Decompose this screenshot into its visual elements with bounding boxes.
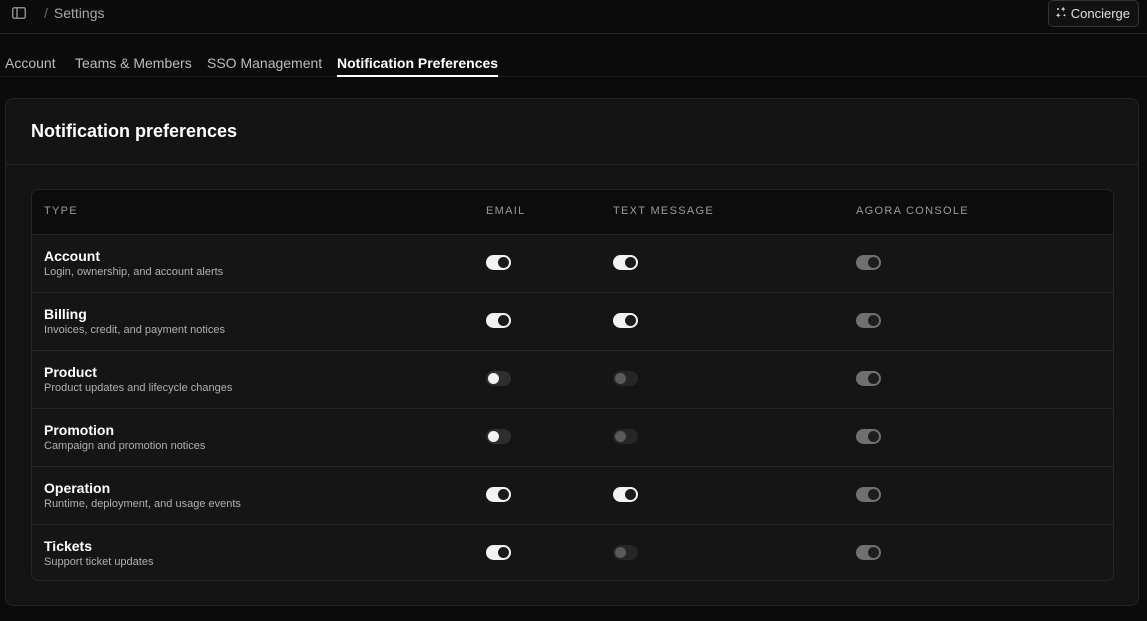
tab-account[interactable]: Account: [5, 55, 56, 71]
column-header-type: TYPE: [44, 205, 78, 217]
toggle-knob: [868, 431, 879, 442]
toggle-knob: [498, 257, 509, 268]
notification-table: TYPE EMAIL TEXT MESSAGE AGORA CONSOLE Ac…: [31, 189, 1114, 581]
email-toggle[interactable]: [486, 371, 511, 386]
row-type-description: Support ticket updates: [44, 556, 154, 568]
toggle-knob: [488, 373, 499, 384]
concierge-label: Concierge: [1070, 6, 1130, 21]
table-body: Account Login, ownership, and account ale…: [32, 234, 1113, 580]
card-title: Notification preferences: [31, 121, 238, 141]
toggle-knob: [625, 489, 636, 500]
table-row: Product Product updates and lifecycle cha…: [32, 350, 1113, 408]
text-message-toggle: [613, 545, 638, 560]
email-toggle[interactable]: [486, 313, 511, 328]
toggle-knob: [498, 489, 509, 500]
sidebar-toggle-icon[interactable]: [12, 6, 26, 19]
toggle-knob: [625, 257, 636, 268]
table-header: TYPE EMAIL TEXT MESSAGE AGORA CONSOLE: [32, 190, 1113, 234]
agora-console-toggle: [856, 429, 881, 444]
toggle-knob: [615, 547, 626, 558]
row-type-name: Product: [44, 364, 97, 380]
agora-console-toggle: [856, 487, 881, 502]
toggle-knob: [615, 373, 626, 384]
table-row: Billing Invoices, credit, and payment not…: [32, 292, 1113, 350]
row-type-description: Login, ownership, and account alerts: [44, 266, 224, 278]
toggle-knob: [868, 257, 879, 268]
toggle-knob: [498, 315, 509, 326]
row-type-description: Invoices, credit, and payment notices: [44, 324, 225, 336]
toggle-knob: [868, 489, 879, 500]
email-toggle[interactable]: [486, 487, 511, 502]
row-type-description: Campaign and promotion notices: [44, 440, 206, 452]
table-row: Tickets Support ticket updates: [32, 524, 1113, 580]
sparkle-icon: [1055, 6, 1067, 21]
table-row: Account Login, ownership, and account ale…: [32, 234, 1113, 292]
text-message-toggle[interactable]: [613, 255, 638, 270]
breadcrumb: / Settings: [44, 5, 104, 21]
row-type-name: Promotion: [44, 422, 114, 438]
row-type-name: Tickets: [44, 538, 92, 554]
text-message-toggle[interactable]: [613, 313, 638, 328]
concierge-button[interactable]: Concierge: [1047, 0, 1139, 27]
breadcrumb-separator: /: [44, 5, 48, 21]
text-message-toggle[interactable]: [613, 487, 638, 502]
tab-sso-management[interactable]: SSO Management: [207, 55, 322, 71]
toggle-knob: [615, 431, 626, 442]
notification-preferences-card: Notification preferences TYPE EMAIL TEXT…: [5, 98, 1139, 606]
toggle-knob: [868, 315, 879, 326]
row-type-name: Operation: [44, 480, 111, 496]
agora-console-toggle: [856, 545, 881, 560]
toggle-knob: [868, 373, 879, 384]
agora-console-toggle: [856, 255, 881, 270]
agora-console-toggle: [856, 313, 881, 328]
column-header-text-message: TEXT MESSAGE: [613, 205, 714, 217]
email-toggle[interactable]: [486, 255, 511, 270]
column-header-agora-console: AGORA CONSOLE: [856, 205, 969, 217]
email-toggle[interactable]: [486, 429, 511, 444]
row-type-description: Runtime, deployment, and usage events: [44, 498, 241, 510]
toggle-knob: [868, 547, 879, 558]
column-header-email: EMAIL: [486, 205, 526, 217]
email-toggle[interactable]: [486, 545, 511, 560]
table-row: Operation Runtime, deployment, and usage …: [32, 466, 1113, 524]
agora-console-toggle: [856, 371, 881, 386]
row-type-name: Billing: [44, 306, 87, 322]
toggle-knob: [625, 315, 636, 326]
text-message-toggle: [613, 429, 638, 444]
tab-notification-preferences[interactable]: Notification Preferences: [337, 55, 499, 77]
tab-teams-members[interactable]: Teams & Members: [75, 55, 192, 71]
toggle-knob: [488, 431, 499, 442]
table-row: Promotion Campaign and promotion notices: [32, 408, 1113, 466]
row-type-name: Account: [44, 248, 100, 264]
row-type-description: Product updates and lifecycle changes: [44, 382, 233, 394]
settings-tabs: Account Teams & Members SSO Management N…: [0, 52, 1147, 77]
breadcrumb-current[interactable]: Settings: [54, 5, 105, 21]
top-bar: / Settings Concierge: [0, 0, 1147, 34]
toggle-knob: [498, 547, 509, 558]
text-message-toggle: [613, 371, 638, 386]
card-header: Notification preferences: [6, 99, 1138, 165]
